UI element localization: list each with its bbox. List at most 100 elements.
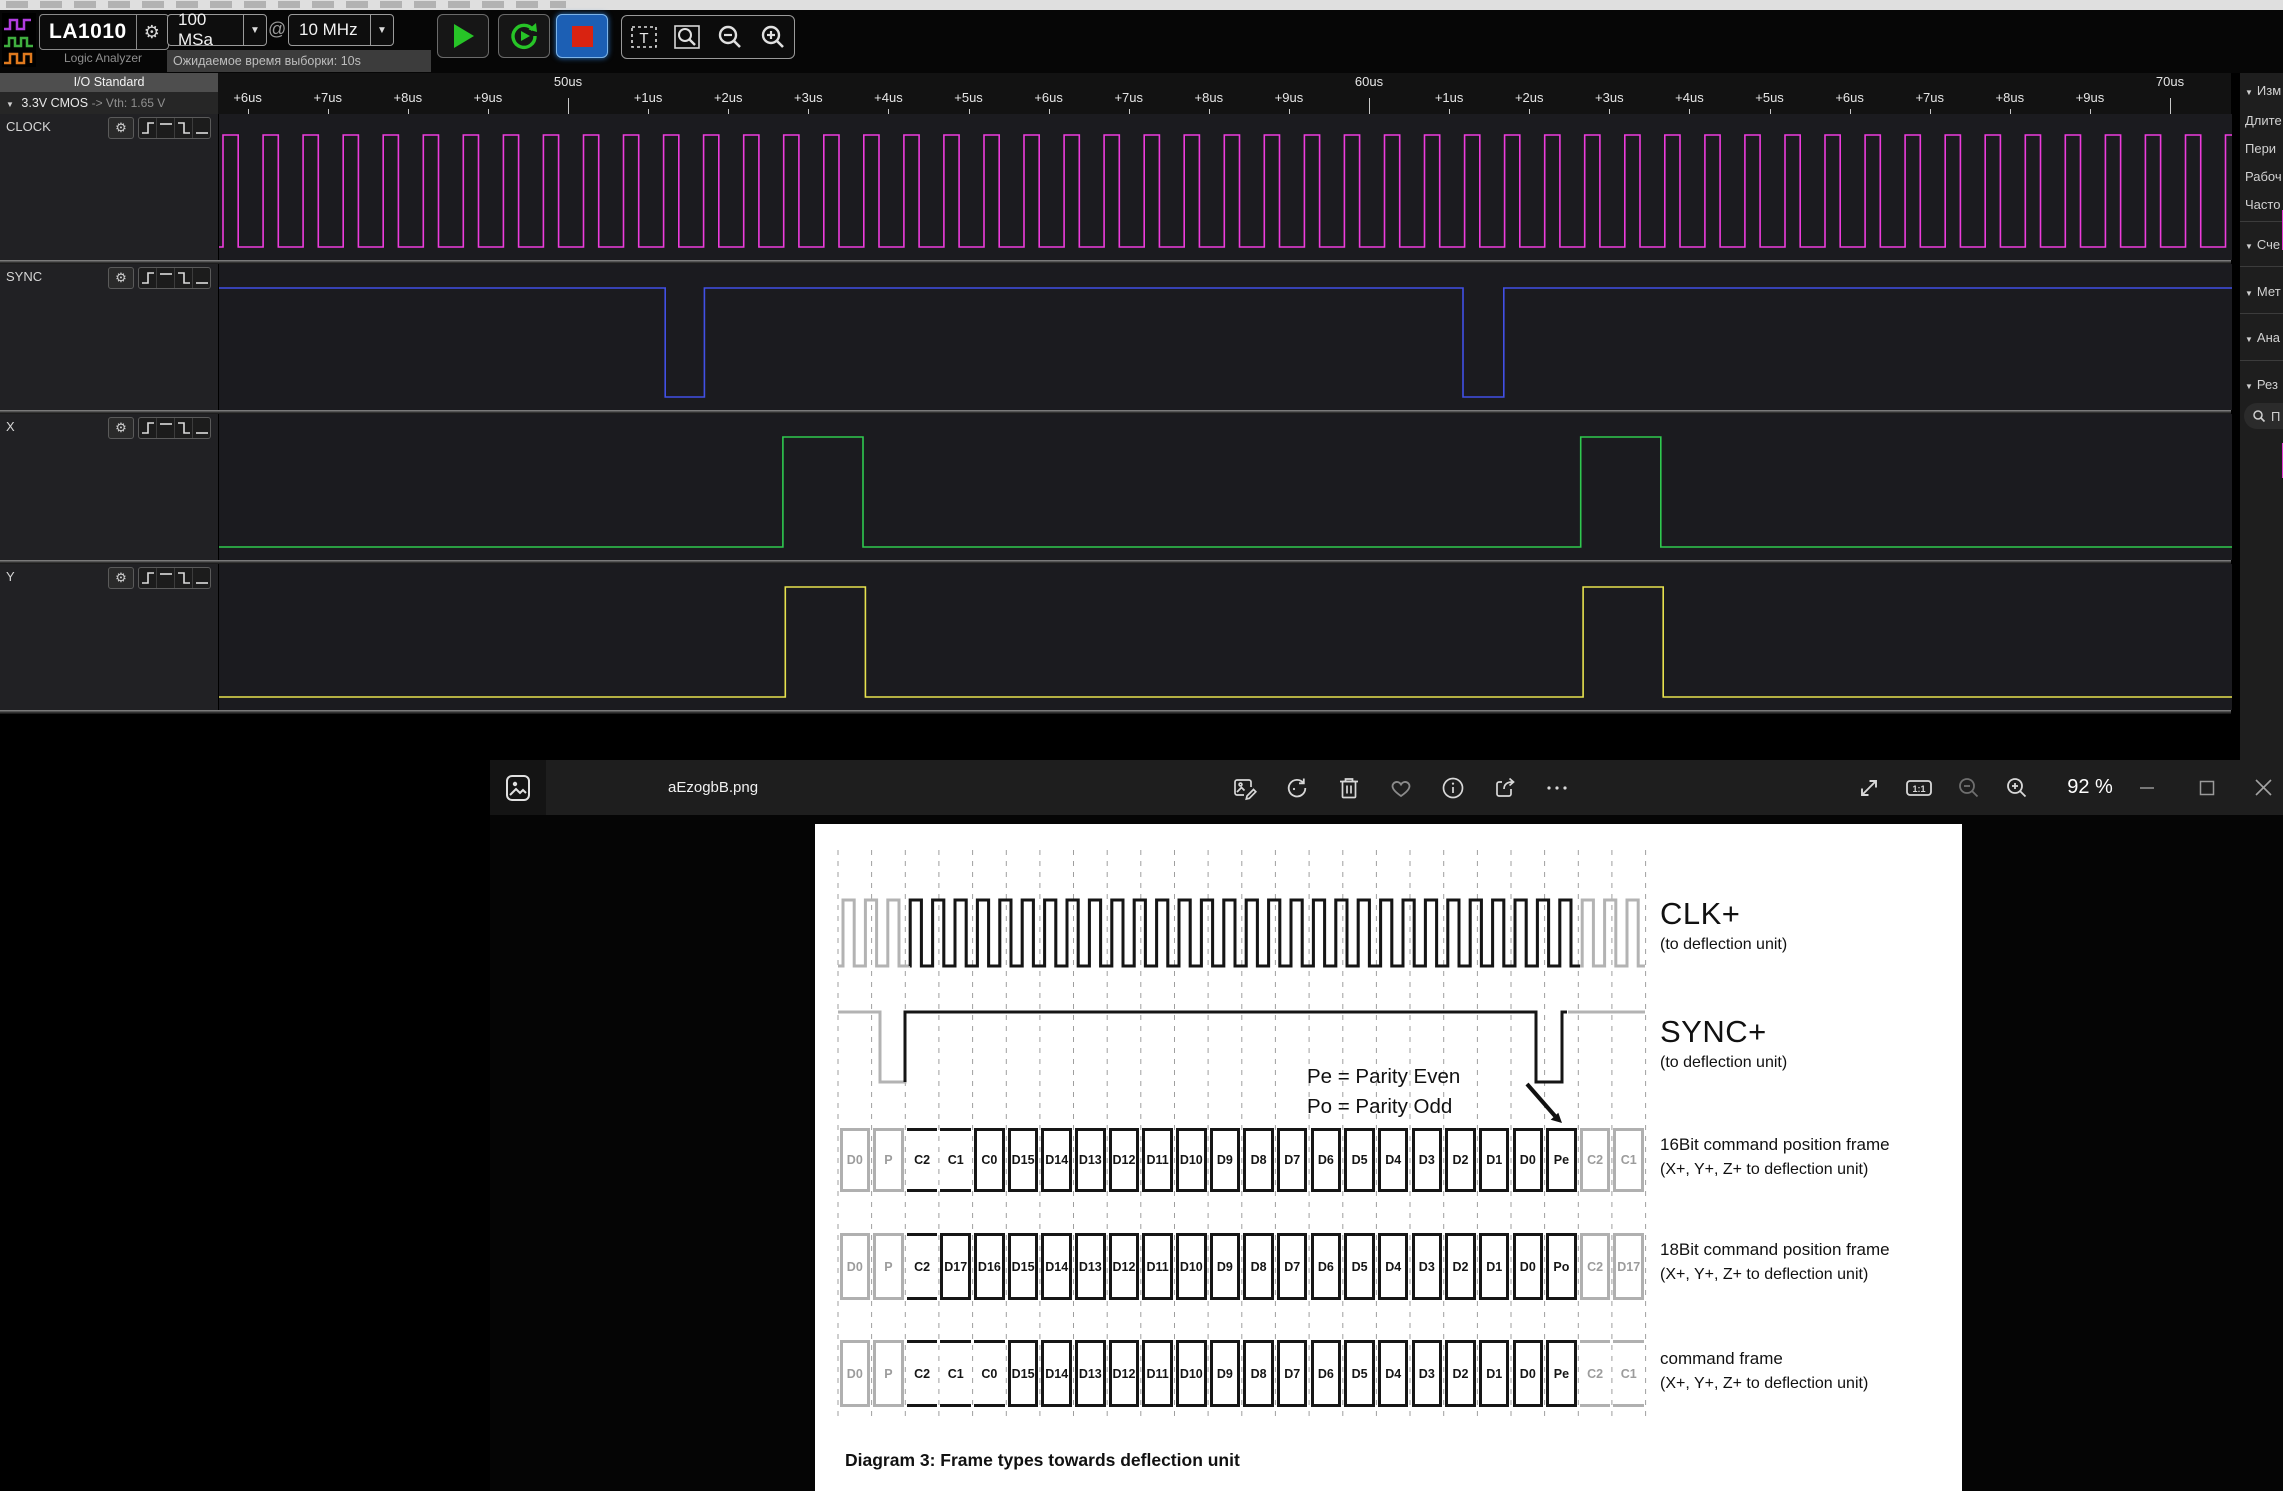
sample-count-value: 100 MSa xyxy=(168,10,243,50)
frame-bit-cell: C0 xyxy=(974,1340,1005,1407)
diagram-caption: Diagram 3: Frame types towards deflectio… xyxy=(845,1450,1240,1471)
zoom-in-icon[interactable] xyxy=(758,22,788,52)
favorite-heart-icon[interactable] xyxy=(1388,775,1414,801)
falling-edge-trigger-icon[interactable] xyxy=(174,418,192,438)
sample-rate-dropdown[interactable]: 10 MHz ▼ xyxy=(288,14,394,46)
view-tools-group: T xyxy=(621,15,795,59)
chevron-down-icon[interactable]: ▼ xyxy=(243,15,266,45)
high-level-trigger-icon[interactable] xyxy=(156,568,174,588)
image-filename: aEzogbB.png xyxy=(668,760,758,815)
sample-rate-value: 10 MHz xyxy=(289,20,370,40)
zoom-in-icon[interactable] xyxy=(2000,760,2034,815)
waveform-canvas-clock[interactable] xyxy=(218,114,2232,260)
waveform-canvas-sync[interactable] xyxy=(218,264,2232,410)
frame-bit-cell: D5 xyxy=(1344,1128,1375,1192)
panel-item-1[interactable]: Длите xyxy=(2245,113,2282,128)
stop-capture-button[interactable] xyxy=(556,14,608,58)
frame-type-label: command frame(X+, Y+, Z+ to deflection u… xyxy=(1660,1346,1868,1396)
high-level-trigger-icon[interactable] xyxy=(156,268,174,288)
channel-settings-gear-icon[interactable]: ⚙ xyxy=(108,567,134,589)
panel-section-8[interactable]: ▼Рез xyxy=(2245,377,2278,392)
clk-sublabel: (to deflection unit) xyxy=(1660,936,1787,954)
more-options-icon[interactable] xyxy=(1544,775,1570,801)
channel-settings-gear-icon[interactable]: ⚙ xyxy=(108,117,134,139)
panel-section-5[interactable]: ▼Сче xyxy=(2245,237,2280,252)
info-icon[interactable] xyxy=(1440,775,1466,801)
frame-bit-cell: Pe xyxy=(1546,1340,1577,1407)
rising-edge-trigger-icon[interactable] xyxy=(139,268,156,288)
low-level-trigger-icon[interactable] xyxy=(192,418,210,438)
zoom-out-icon[interactable] xyxy=(1952,760,1986,815)
zoom-window-tool-icon[interactable] xyxy=(672,22,702,52)
viewer-title-bar[interactable]: aEzogbB.png xyxy=(490,760,2283,815)
frame-bit-cell: D4 xyxy=(1378,1340,1409,1407)
frame-bit-cell: D7 xyxy=(1277,1233,1308,1300)
frame-bit-cell: C2 xyxy=(1580,1128,1611,1192)
repeat-capture-button[interactable] xyxy=(498,14,550,58)
channel-settings-gear-icon[interactable]: ⚙ xyxy=(108,267,134,289)
share-icon[interactable] xyxy=(1492,775,1518,801)
frame-bit-cell: D5 xyxy=(1344,1340,1375,1407)
frame-bit-cell: D14 xyxy=(1041,1233,1072,1300)
panel-section-0[interactable]: ▼Изм xyxy=(2245,83,2281,98)
device-settings-gear-icon[interactable]: ⚙ xyxy=(136,15,167,49)
channel-label-panel: SYNC⚙ xyxy=(0,264,218,410)
rising-edge-trigger-icon[interactable] xyxy=(139,568,156,588)
panel-section-7[interactable]: ▼Ана xyxy=(2245,330,2280,345)
channel-name: Y xyxy=(6,569,15,584)
panel-divider xyxy=(2240,221,2283,222)
frame-bit-cell: D6 xyxy=(1311,1340,1342,1407)
delete-icon[interactable] xyxy=(1336,775,1362,801)
waveform-canvas-y[interactable] xyxy=(218,564,2232,710)
frame-bit-cell: D11 xyxy=(1142,1233,1173,1300)
high-level-trigger-icon[interactable] xyxy=(156,418,174,438)
sync-sublabel: (to deflection unit) xyxy=(1660,1054,1787,1072)
waveform-canvas-x[interactable] xyxy=(218,414,2232,560)
frame-bit-cell: D17 xyxy=(1613,1233,1644,1300)
edit-image-icon[interactable] xyxy=(1232,775,1258,801)
chevron-down-icon[interactable]: ▼ xyxy=(370,15,393,45)
frame-bit-cell: D3 xyxy=(1412,1128,1443,1192)
panel-item-3[interactable]: Рабоч xyxy=(2245,169,2282,184)
loop-play-icon xyxy=(509,21,539,51)
falling-edge-trigger-icon[interactable] xyxy=(174,268,192,288)
low-level-trigger-icon[interactable] xyxy=(192,568,210,588)
falling-edge-trigger-icon[interactable] xyxy=(174,568,192,588)
low-level-trigger-icon[interactable] xyxy=(192,268,210,288)
frame-type-label: 16Bit command position frame(X+, Y+, Z+ … xyxy=(1660,1132,1890,1182)
viewer-toolbar xyxy=(1232,760,1570,815)
frame-bit-cell: D1 xyxy=(1479,1128,1510,1192)
t-cursor-tool-icon[interactable]: T xyxy=(629,22,659,52)
fullscreen-icon[interactable] xyxy=(1852,760,1886,815)
frame-bit-cell: D4 xyxy=(1378,1128,1409,1192)
channel-settings-gear-icon[interactable]: ⚙ xyxy=(108,417,134,439)
frame-bit-cell: D8 xyxy=(1243,1128,1274,1192)
panel-section-6[interactable]: ▼Мет xyxy=(2245,284,2281,299)
play-icon xyxy=(450,22,476,50)
chevron-down-icon: ▼ xyxy=(6,100,14,109)
rising-edge-trigger-icon[interactable] xyxy=(139,118,156,138)
maximize-button[interactable] xyxy=(2182,760,2232,815)
start-capture-button[interactable] xyxy=(437,14,489,58)
timeline-ruler[interactable]: +6us+7us+8us+9us50us+1us+2us+3us+4us+5us… xyxy=(218,73,2231,114)
zoom-out-icon[interactable] xyxy=(715,22,745,52)
rotate-icon[interactable] xyxy=(1284,775,1310,801)
frame-bit-cell: D0 xyxy=(840,1340,871,1407)
actual-size-icon[interactable]: 1:1 xyxy=(1902,760,1936,815)
panel-divider xyxy=(2240,360,2283,361)
rising-edge-trigger-icon[interactable] xyxy=(139,418,156,438)
sample-count-dropdown[interactable]: 100 MSa ▼ xyxy=(167,14,267,46)
panel-item-2[interactable]: Пери xyxy=(2245,141,2276,156)
close-button[interactable] xyxy=(2238,760,2283,815)
frame-bit-cell: D11 xyxy=(1142,1128,1173,1192)
io-standard-selector[interactable]: ▼ 3.3V CMOS -> Vth: 1.65 V xyxy=(0,92,218,114)
low-level-trigger-icon[interactable] xyxy=(192,118,210,138)
frame-bit-cell: D12 xyxy=(1109,1340,1140,1407)
high-level-trigger-icon[interactable] xyxy=(156,118,174,138)
analyzer-search-input[interactable]: П xyxy=(2244,403,2283,429)
minimize-button[interactable] xyxy=(2122,760,2172,815)
falling-edge-trigger-icon[interactable] xyxy=(174,118,192,138)
panel-item-4[interactable]: Часто xyxy=(2245,197,2280,212)
stop-icon xyxy=(572,26,593,47)
expected-sampling-time-label: Ожидаемое время выборки: 10s xyxy=(167,50,431,72)
